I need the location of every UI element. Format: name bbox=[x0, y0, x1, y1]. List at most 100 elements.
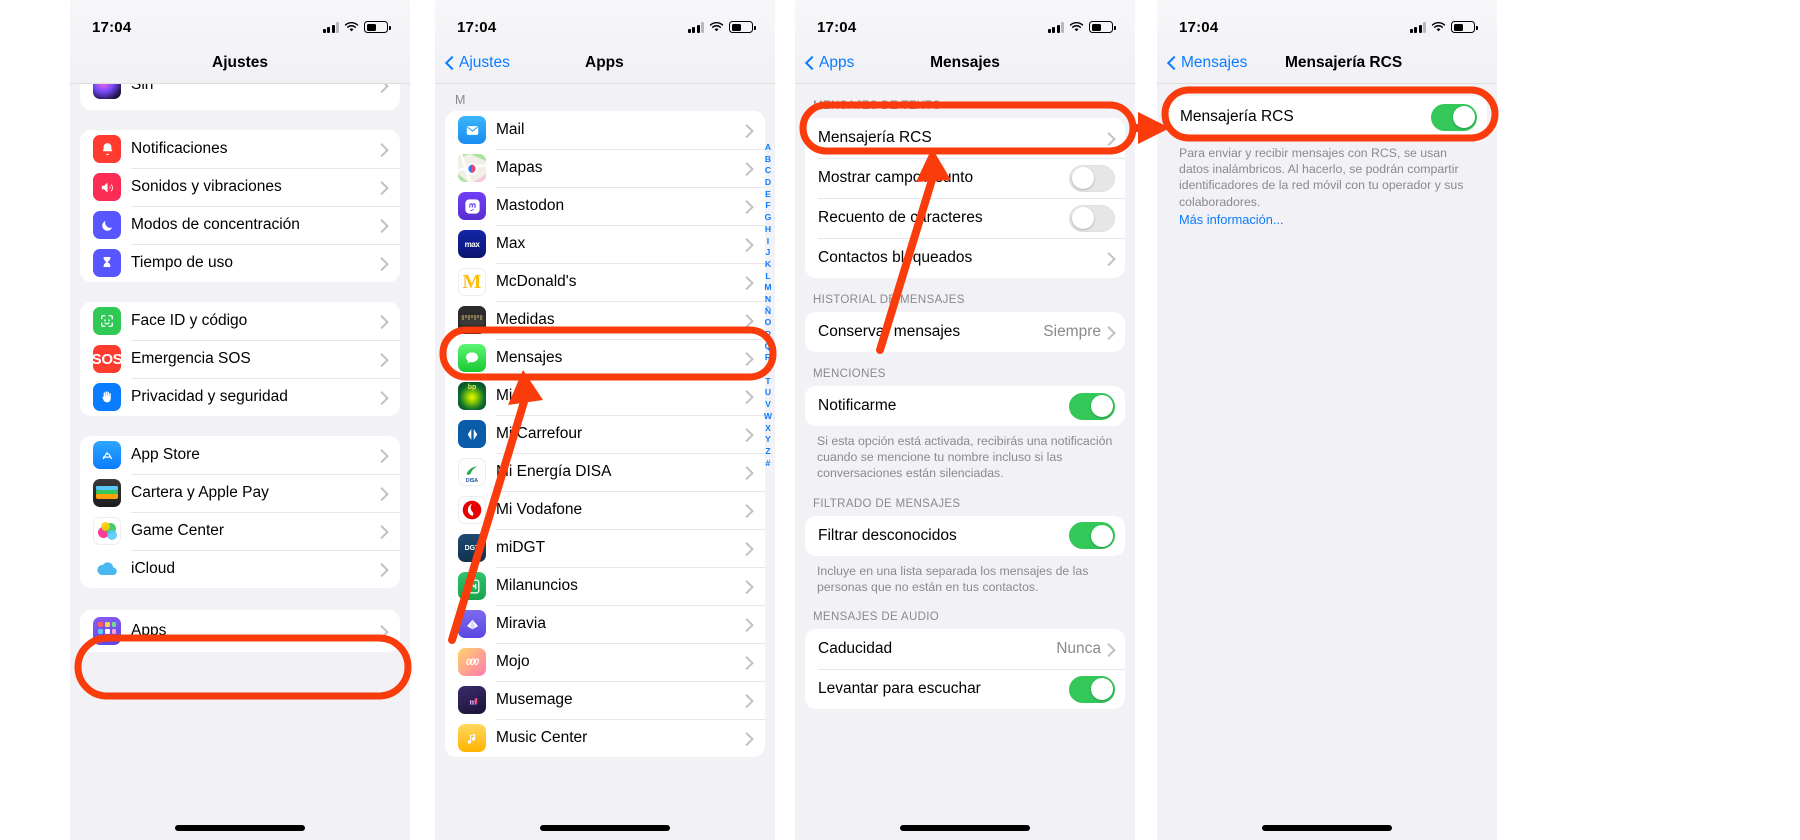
row-label: Recuento de caracteres bbox=[818, 209, 983, 226]
alphabet-index-letter[interactable]: W bbox=[764, 411, 772, 423]
back-button-label: Apps bbox=[819, 53, 855, 71]
list-item-app[interactable]: Music Center bbox=[445, 719, 765, 757]
alphabet-index-letter[interactable]: Q bbox=[765, 341, 772, 353]
messages-icon bbox=[458, 344, 486, 372]
settings-row[interactable]: Conservar mensajes Siempre bbox=[805, 312, 1125, 352]
list-item-app[interactable]: Mail bbox=[445, 111, 765, 149]
sidebar-item-notificaciones[interactable]: Notificaciones bbox=[80, 130, 400, 168]
settings-row[interactable]: Contactos bloqueados bbox=[805, 238, 1125, 278]
back-button-label: Mensajes bbox=[1181, 53, 1248, 71]
settings-row[interactable]: Notificarme bbox=[805, 386, 1125, 426]
alphabet-index-letter[interactable]: U bbox=[765, 387, 771, 399]
list-item-app[interactable]: Mi Carrefour bbox=[445, 415, 765, 453]
alphabet-index-letter[interactable]: E bbox=[765, 189, 771, 201]
alphabet-index-letter[interactable]: H bbox=[765, 224, 771, 236]
alphabet-index-letter[interactable]: B bbox=[765, 154, 771, 166]
apps-scroll-content[interactable]: M Mail Mapas Mastodon max Max M McDonald's Medi… bbox=[435, 84, 775, 840]
list-item-app[interactable]: Miravia bbox=[445, 605, 765, 643]
alphabet-index-letter[interactable]: F bbox=[765, 200, 770, 212]
row-label: Conservar mensajes bbox=[818, 323, 961, 340]
list-item-app[interactable]: Mi Vodafone bbox=[445, 491, 765, 529]
settings-group-services: App Store Cartera y Apple Pay Game Cente… bbox=[80, 436, 400, 588]
list-item-app[interactable]: M McDonald's bbox=[445, 263, 765, 301]
alphabet-index-letter[interactable]: C bbox=[765, 165, 771, 177]
sidebar-item-app-store[interactable]: App Store bbox=[80, 436, 400, 474]
speaker-icon bbox=[93, 173, 121, 201]
list-item-app[interactable]: Mapas bbox=[445, 149, 765, 187]
sidebar-item-cartera[interactable]: Cartera y Apple Pay bbox=[80, 474, 400, 512]
sidebar-item-game-center[interactable]: Game Center bbox=[80, 512, 400, 550]
alphabet-index-letter[interactable]: Z bbox=[765, 446, 770, 458]
list-item-app[interactable]: Mastodon bbox=[445, 187, 765, 225]
rcs-scroll-content[interactable]: Mensajería RCS Para enviar y recibir men… bbox=[1157, 84, 1497, 840]
list-item-app[interactable]: Mensajes bbox=[445, 339, 765, 377]
sidebar-item-icloud[interactable]: iCloud bbox=[80, 550, 400, 588]
messages-scroll-content[interactable]: MENSAJES DE TEXTO Mensajería RCS Mostrar c… bbox=[795, 84, 1135, 840]
sidebar-item-privacidad[interactable]: Privacidad y seguridad bbox=[80, 378, 400, 416]
alphabet-index-letter[interactable]: J bbox=[766, 247, 771, 259]
hourglass-icon bbox=[93, 249, 121, 277]
gamecenter-icon bbox=[93, 517, 121, 545]
list-item-app[interactable]: Milanuncios bbox=[445, 567, 765, 605]
settings-row[interactable]: Mensajería RCS bbox=[805, 118, 1125, 158]
status-bar: 17:04 bbox=[1157, 0, 1497, 42]
settings-row[interactable]: Mostrar campo Asunto bbox=[805, 158, 1125, 198]
alphabet-index-letter[interactable]: Y bbox=[765, 434, 771, 446]
toggle-switch[interactable] bbox=[1069, 675, 1115, 703]
alphabet-index-letter[interactable]: K bbox=[765, 259, 771, 271]
back-button[interactable]: Ajustes bbox=[435, 54, 510, 72]
sidebar-item-apps[interactable]: Apps bbox=[80, 610, 400, 652]
settings-scroll-content[interactable]: Siri Notificaciones Sonidos y vibracione… bbox=[70, 84, 410, 840]
list-item-app[interactable]: max Max bbox=[445, 225, 765, 263]
list-item-app[interactable]: bp Mi BP bbox=[445, 377, 765, 415]
rcs-footnote: Para enviar y recibir mensajes con RCS, … bbox=[1179, 146, 1464, 209]
alphabet-index-letter[interactable]: D bbox=[765, 177, 771, 189]
alphabet-index-letter[interactable]: Ñ bbox=[765, 306, 771, 318]
toggle-switch[interactable] bbox=[1069, 204, 1115, 232]
toggle-switch[interactable] bbox=[1069, 522, 1115, 550]
settings-row[interactable]: Levantar para escuchar bbox=[805, 669, 1125, 709]
sidebar-item-emergencia-sos[interactable]: SOS Emergencia SOS bbox=[80, 340, 400, 378]
list-item-app[interactable]: 000 Mojo bbox=[445, 643, 765, 681]
alphabet-index-letter[interactable]: L bbox=[765, 271, 770, 283]
settings-row[interactable]: Recuento de caracteres bbox=[805, 198, 1125, 238]
alphabet-index-letter[interactable]: R bbox=[765, 352, 771, 364]
list-item-app[interactable]: m Musemage bbox=[445, 681, 765, 719]
alphabet-index-letter[interactable]: T bbox=[765, 376, 770, 388]
toggle-switch[interactable] bbox=[1069, 392, 1115, 420]
alphabet-index-letter[interactable]: G bbox=[765, 212, 772, 224]
alphabet-index-letter[interactable]: M bbox=[764, 282, 771, 294]
alphabet-index-letter[interactable]: O bbox=[765, 317, 772, 329]
back-button[interactable]: Mensajes bbox=[1157, 54, 1247, 72]
chevron-left-icon bbox=[445, 55, 454, 70]
mas-informacion-link[interactable]: Más información... bbox=[1157, 210, 1497, 227]
alphabet-index-letter[interactable]: V bbox=[765, 399, 771, 411]
sidebar-item-face-id[interactable]: Face ID y código bbox=[80, 302, 400, 340]
sidebar-item-siri[interactable]: Siri bbox=[80, 84, 400, 99]
row-label: Mensajería RCS bbox=[818, 129, 932, 146]
alphabet-index-letter[interactable]: P bbox=[765, 329, 771, 341]
section-header: FILTRADO DE MENSAJES bbox=[813, 497, 961, 510]
alphabet-index-letter[interactable]: S bbox=[765, 364, 771, 376]
settings-row[interactable]: Caducidad Nunca bbox=[805, 629, 1125, 669]
alphabet-index-letter[interactable]: I bbox=[767, 236, 769, 248]
list-item-app[interactable]: DGT miDGT bbox=[445, 529, 765, 567]
rcs-toggle[interactable] bbox=[1431, 103, 1477, 131]
status-time: 17:04 bbox=[457, 18, 497, 36]
row-mensajeria-rcs[interactable]: Mensajería RCS bbox=[1167, 96, 1487, 138]
alphabet-index-letter[interactable]: A bbox=[765, 142, 771, 154]
alphabet-index-letter[interactable]: N bbox=[765, 294, 771, 306]
section-header: MENCIONES bbox=[813, 368, 886, 380]
alphabet-index[interactable]: A B C D E F G H I J K L M N Ñ O P Q R S T U V W X Y Z # bbox=[764, 142, 772, 469]
settings-row[interactable]: Filtrar desconocidos bbox=[805, 516, 1125, 556]
alphabet-index-letter[interactable]: X bbox=[765, 423, 771, 435]
alphabet-index-letter[interactable]: # bbox=[766, 458, 771, 470]
toggle-switch[interactable] bbox=[1069, 164, 1115, 192]
sidebar-item-tiempo-de-uso[interactable]: Tiempo de uso bbox=[80, 244, 400, 282]
list-item-app[interactable]: DISA Mi Energía DISA bbox=[445, 453, 765, 491]
back-button[interactable]: Apps bbox=[795, 54, 854, 72]
list-item-app[interactable]: Medidas bbox=[445, 301, 765, 339]
sidebar-item-concentracion[interactable]: Modos de concentración bbox=[80, 206, 400, 244]
nav-bar-apps: Ajustes Apps bbox=[435, 42, 775, 84]
sidebar-item-sonidos[interactable]: Sonidos y vibraciones bbox=[80, 168, 400, 206]
